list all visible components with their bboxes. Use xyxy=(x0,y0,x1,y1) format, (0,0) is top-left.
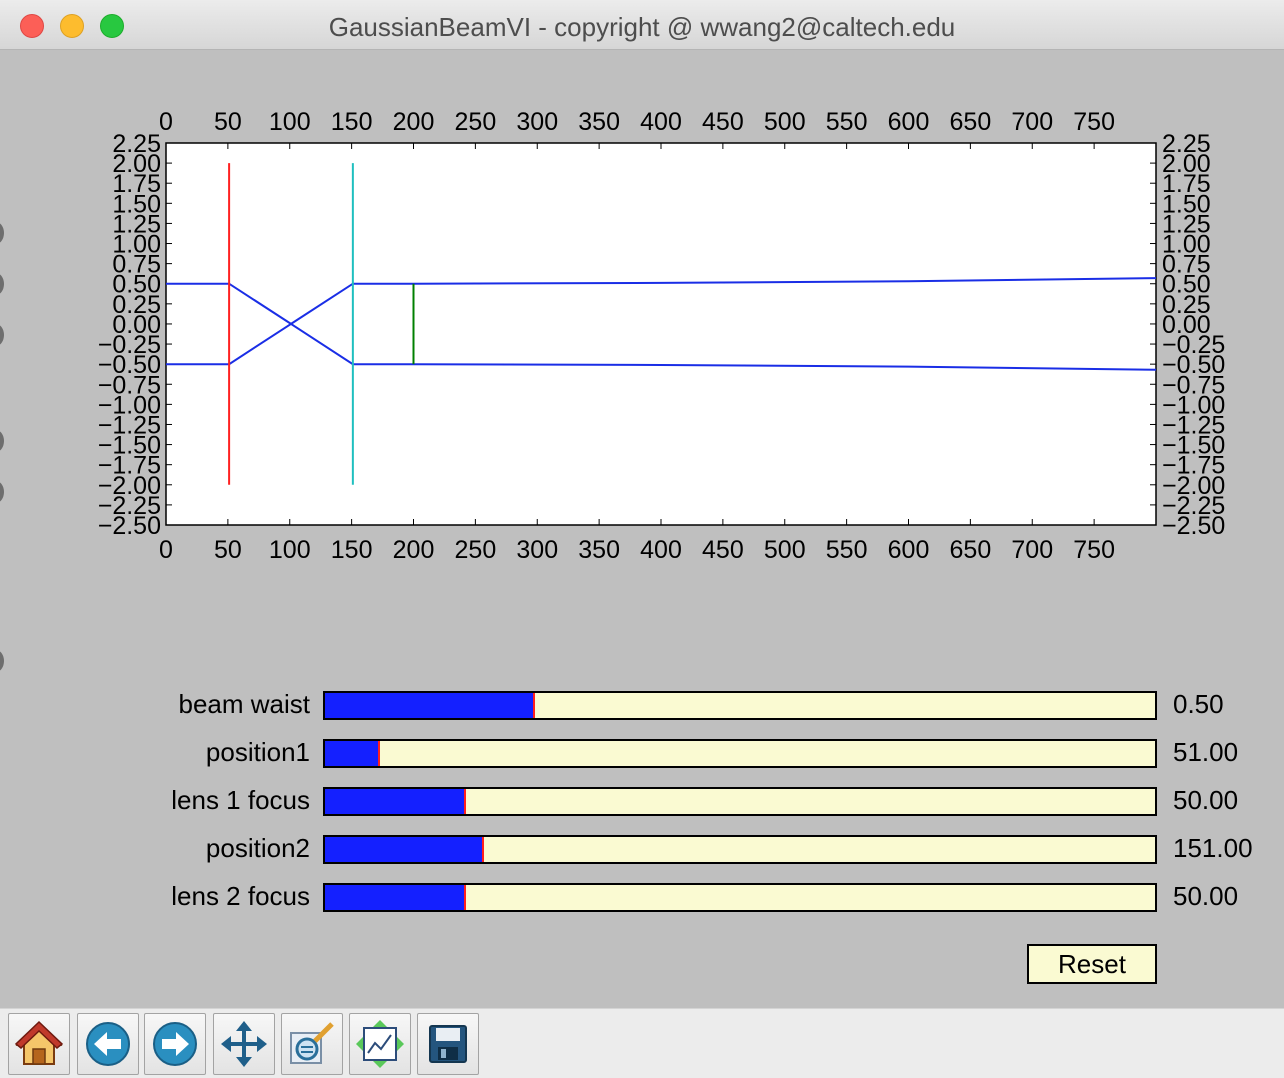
x-tick-label-top: 200 xyxy=(393,108,435,136)
slider-label: position2 xyxy=(205,833,310,863)
x-tick-label-top: 100 xyxy=(269,108,311,136)
window-titlebar: GaussianBeamVI - copyright @ wwang2@calt… xyxy=(0,0,1284,50)
slider-track[interactable] xyxy=(323,691,1157,720)
slider-fill xyxy=(325,885,464,910)
y-tick-label: −2.50 xyxy=(98,512,161,540)
x-tick-label-top: 150 xyxy=(331,108,373,136)
slider-fill xyxy=(325,789,464,814)
slider-label: position1 xyxy=(205,737,310,767)
x-tick-label-top: 350 xyxy=(578,108,620,136)
x-tick-label-top: 500 xyxy=(764,108,806,136)
x-tick-label-top: 50 xyxy=(214,108,242,136)
x-tick-label: 200 xyxy=(393,536,435,564)
beam-plot[interactable]: 0 0 50 50 100 100 150 150 200 200 250 250 300 300 350 3… xyxy=(0,50,1284,670)
slider-value: 151.00 xyxy=(1173,833,1253,863)
plot-area xyxy=(165,142,1157,526)
forward-arrow-icon xyxy=(153,1022,197,1066)
slider-track[interactable] xyxy=(323,787,1157,816)
x-tick-label-top: 550 xyxy=(826,108,868,136)
slider-value: 0.50 xyxy=(1173,689,1224,719)
zoom-rect-icon xyxy=(290,1022,334,1064)
home-icon xyxy=(14,1020,64,1065)
window-title: GaussianBeamVI - copyright @ wwang2@calt… xyxy=(328,12,956,42)
forward-button[interactable] xyxy=(144,1013,206,1075)
slider-handle[interactable] xyxy=(533,693,535,718)
back-button[interactable] xyxy=(77,1013,139,1075)
x-tick-label-top: 600 xyxy=(888,108,930,136)
x-tick-label: 550 xyxy=(826,536,868,564)
x-tick-label: 600 xyxy=(888,536,930,564)
slider-track[interactable] xyxy=(323,883,1157,912)
slider-fill xyxy=(325,693,533,718)
slider-track[interactable] xyxy=(323,739,1157,768)
zoom-button[interactable] xyxy=(281,1013,343,1075)
x-tick-label-top: 300 xyxy=(516,108,558,136)
figure-canvas: 0 0 50 50 100 100 150 150 200 200 250 250 300 300 350 3… xyxy=(0,50,1284,1008)
slider-handle[interactable] xyxy=(482,837,484,862)
x-tick-label: 250 xyxy=(455,536,497,564)
slider-handle[interactable] xyxy=(464,789,466,814)
x-tick-label: 400 xyxy=(640,536,682,564)
x-tick-label-top: 700 xyxy=(1011,108,1053,136)
x-tick-label-top: 650 xyxy=(950,108,992,136)
x-tick-label: 700 xyxy=(1011,536,1053,564)
slider-fill xyxy=(325,837,482,862)
x-tick-label: 350 xyxy=(578,536,620,564)
pan-button[interactable] xyxy=(213,1013,275,1075)
x-tick-label: 150 xyxy=(331,536,373,564)
x-tick-label-top: 450 xyxy=(702,108,744,136)
slider-handle[interactable] xyxy=(464,885,466,910)
home-button[interactable] xyxy=(8,1013,70,1075)
x-tick-label: 450 xyxy=(702,536,744,564)
x-tick-label: 100 xyxy=(269,536,311,564)
subplots-button[interactable] xyxy=(349,1013,411,1075)
back-arrow-icon xyxy=(86,1022,130,1066)
x-tick-label: 500 xyxy=(764,536,806,564)
slider-value: 51.00 xyxy=(1173,737,1239,767)
x-tick-label: 300 xyxy=(516,536,558,564)
x-tick-label: 50 xyxy=(214,536,242,564)
x-tick-label: 750 xyxy=(1073,536,1115,564)
slider-handle[interactable] xyxy=(378,741,380,766)
slider-label: beam waist xyxy=(178,689,311,719)
pan-move-icon xyxy=(221,1021,267,1067)
x-tick-label-top: 750 xyxy=(1073,108,1115,136)
reset-button[interactable]: Reset xyxy=(1027,944,1157,984)
slider-value: 50.00 xyxy=(1173,881,1239,911)
save-button[interactable] xyxy=(417,1013,479,1075)
slider-fill xyxy=(325,741,378,766)
save-disk-icon xyxy=(429,1025,467,1063)
subplots-config-icon xyxy=(356,1020,404,1068)
x-tick-label-top: 250 xyxy=(455,108,497,136)
x-tick-label-top: 400 xyxy=(640,108,682,136)
x-tick-label: 650 xyxy=(950,536,992,564)
slider-track[interactable] xyxy=(323,835,1157,864)
slider-value: 50.00 xyxy=(1173,785,1239,815)
y-tick-label-right: −2.50 xyxy=(1162,512,1225,540)
slider-label: lens 2 focus xyxy=(171,881,310,911)
navigation-toolbar xyxy=(0,1008,1284,1078)
x-tick-label: 0 xyxy=(159,536,173,564)
x-tick-label-top: 0 xyxy=(159,108,173,136)
slider-label: lens 1 focus xyxy=(171,785,310,815)
